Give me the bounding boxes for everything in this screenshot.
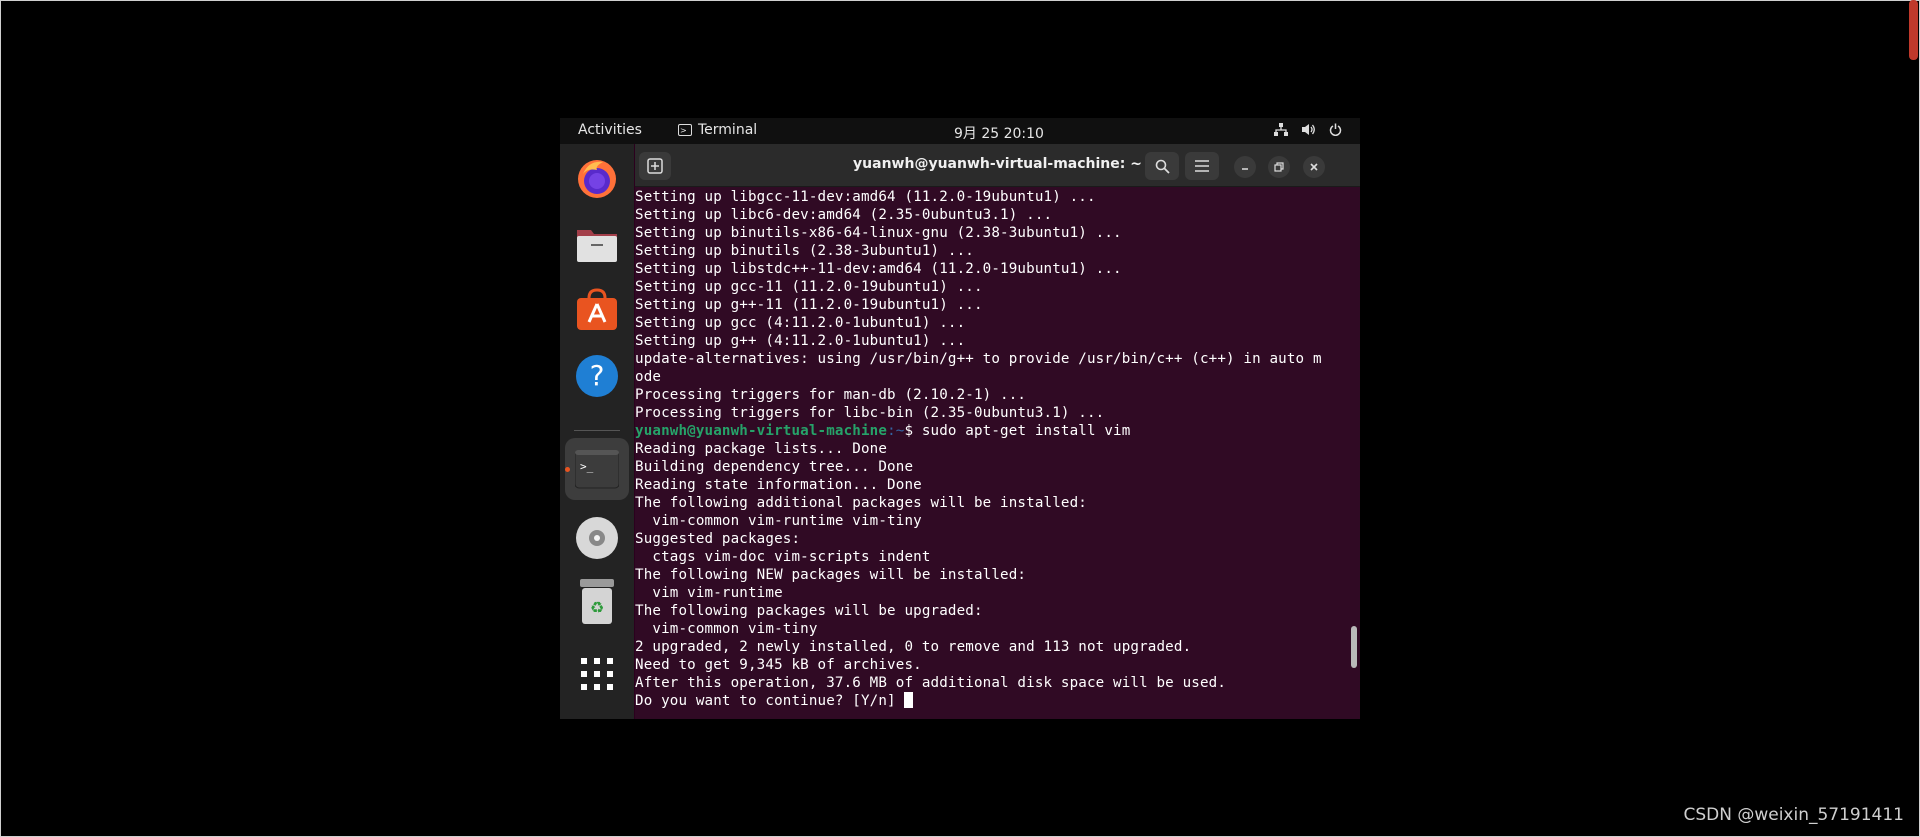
output-line: Setting up binutils-x86-64-linux-gnu (2.… — [635, 225, 1122, 241]
output-line: Reading package lists... Done — [635, 441, 888, 457]
output-line: Processing triggers for man-db (2.10.2-1… — [635, 387, 1027, 403]
app-menu-label: Terminal — [698, 122, 758, 138]
output-line: The following additional packages will b… — [635, 495, 1087, 511]
activities-button[interactable]: Activities — [578, 122, 642, 138]
prompt-line: yuanwh@yuanwh-virtual-machine:~$ sudo ap… — [635, 422, 1130, 440]
terminal-icon: > — [678, 124, 692, 136]
hamburger-icon — [1195, 160, 1209, 172]
power-icon — [1329, 123, 1342, 140]
volume-icon — [1301, 123, 1316, 140]
output-line: Setting up libstdc++-11-dev:amd64 (11.2.… — [635, 261, 1122, 277]
prompt-path: :~ — [887, 423, 905, 439]
output-line: Setting up libc6-dev:amd64 (2.35-0ubuntu… — [635, 207, 1053, 223]
output-line: 2 upgraded, 2 newly installed, 0 to remo… — [635, 639, 1192, 655]
show-apps-icon[interactable] — [575, 652, 619, 696]
close-icon — [1310, 163, 1318, 171]
output-line: vim-common vim-tiny — [635, 621, 818, 637]
output-line: Processing triggers for libc-bin (2.35-0… — [635, 405, 1105, 421]
minimize-button[interactable] — [1234, 156, 1256, 178]
output-line: After this operation, 37.6 MB of additio… — [635, 675, 1227, 691]
output-line: Building dependency tree... Done — [635, 459, 914, 475]
system-tray[interactable] — [1274, 123, 1342, 140]
svg-text:?: ? — [590, 359, 605, 392]
search-icon — [1155, 159, 1170, 174]
confirm-prompt: Do you want to continue? [Y/n] — [635, 693, 905, 709]
search-button[interactable] — [1145, 152, 1179, 180]
terminal-scrollbar[interactable] — [1351, 626, 1357, 668]
disc-icon[interactable] — [575, 516, 619, 560]
output-line: Reading state information... Done — [635, 477, 922, 493]
maximize-button[interactable] — [1268, 156, 1290, 178]
output-line: Need to get 9,345 kB of archives. — [635, 657, 922, 673]
output-line: ode — [635, 369, 662, 385]
minimize-icon — [1242, 168, 1248, 170]
output-line: Setting up gcc-11 (11.2.0-19ubuntu1) ... — [635, 279, 983, 295]
svg-text:>_: >_ — [580, 460, 594, 473]
output-line: Setting up g++ (4:11.2.0-1ubuntu1) ... — [635, 333, 966, 349]
terminal-headerbar: yuanwh@yuanwh-virtual-machine: ~ — [635, 144, 1360, 187]
help-icon[interactable]: ? — [575, 354, 619, 398]
dock: ? >_ ♻ — [560, 144, 634, 719]
trash-icon[interactable]: ♻ — [575, 579, 619, 624]
output-line: update-alternatives: using /usr/bin/g++ … — [635, 351, 1322, 367]
firefox-icon[interactable] — [575, 156, 619, 200]
menu-button[interactable] — [1185, 152, 1219, 180]
svg-text:♻: ♻ — [590, 598, 604, 617]
output-line: The following NEW packages will be insta… — [635, 567, 1027, 583]
network-icon — [1274, 123, 1288, 140]
running-indicator — [565, 467, 570, 472]
output-line: Setting up binutils (2.38-3ubuntu1) ... — [635, 243, 974, 259]
outer-scrollbar[interactable] — [1909, 0, 1918, 60]
terminal-window: yuanwh@yuanwh-virtual-machine: ~ Setting… — [635, 144, 1360, 719]
output-line: The following packages will be upgraded: — [635, 603, 983, 619]
vm-display: Activities > Terminal 9月 25 20:10 ? >_ ♻… — [560, 118, 1360, 719]
confirm-prompt-line: Do you want to continue? [Y/n] — [635, 692, 914, 710]
clock[interactable]: 9月 25 20:10 — [954, 123, 1044, 143]
output-line: Suggested packages: — [635, 531, 801, 547]
dock-separator — [574, 430, 620, 431]
output-line: vim vim-runtime — [635, 585, 783, 601]
files-icon[interactable] — [575, 222, 619, 266]
restore-icon — [1274, 162, 1284, 172]
terminal-app-icon[interactable]: >_ — [575, 448, 619, 492]
close-button[interactable] — [1303, 156, 1325, 178]
output-line: Setting up libgcc-11-dev:amd64 (11.2.0-1… — [635, 189, 1096, 205]
terminal-output[interactable]: Setting up libgcc-11-dev:amd64 (11.2.0-1… — [635, 188, 1350, 718]
top-bar: Activities > Terminal 9月 25 20:10 — [560, 118, 1360, 144]
watermark: CSDN @weixin_57191411 — [1683, 805, 1904, 825]
app-center-icon[interactable] — [575, 288, 619, 332]
output-line: Setting up gcc (4:11.2.0-1ubuntu1) ... — [635, 315, 966, 331]
text-cursor — [904, 692, 914, 708]
output-line: ctags vim-doc vim-scripts indent — [635, 549, 931, 565]
output-line: vim-common vim-runtime vim-tiny — [635, 513, 922, 529]
app-menu[interactable]: > Terminal — [678, 122, 757, 138]
output-line: Setting up g++-11 (11.2.0-19ubuntu1) ... — [635, 297, 983, 313]
prompt-user: yuanwh@yuanwh-virtual-machine — [635, 423, 888, 439]
prompt-command: $ sudo apt-get install vim — [904, 423, 1131, 439]
